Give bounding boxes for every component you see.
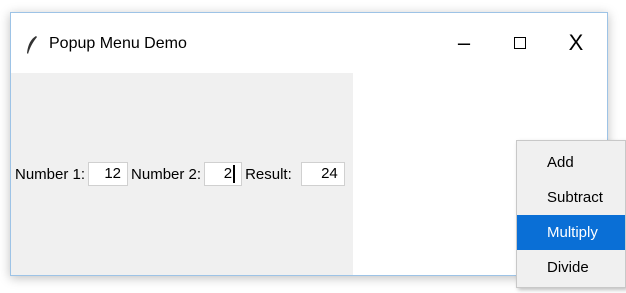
maximize-button[interactable] xyxy=(497,25,543,61)
calculator-form: Number 1: 12 Number 2: 2 Result: 24 xyxy=(15,162,348,186)
window-title: Popup Menu Demo xyxy=(49,35,187,52)
feather-icon xyxy=(27,36,37,54)
popup-menu: Add Subtract Multiply Divide xyxy=(516,140,626,288)
result-output: 24 xyxy=(300,162,345,186)
menu-item-subtract[interactable]: Subtract xyxy=(517,180,625,215)
number2-input[interactable]: 2 xyxy=(204,162,243,186)
number2-label: Number 2: xyxy=(131,165,202,183)
maximize-icon xyxy=(514,37,526,49)
menu-item-add[interactable]: Add xyxy=(517,145,625,180)
number1-label: Number 1: xyxy=(15,165,86,183)
menu-item-multiply[interactable]: Multiply xyxy=(517,215,625,250)
result-label: Result: xyxy=(245,165,292,183)
title-bar[interactable]: Popup Menu Demo – X xyxy=(11,13,607,73)
text-cursor xyxy=(233,165,236,184)
minimize-icon: – xyxy=(457,30,471,55)
minimize-button[interactable]: – xyxy=(441,25,487,61)
menu-item-divide[interactable]: Divide xyxy=(517,250,625,285)
close-button[interactable]: X xyxy=(553,25,599,61)
number1-input[interactable]: 12 xyxy=(88,162,129,186)
close-icon: X xyxy=(568,30,584,55)
